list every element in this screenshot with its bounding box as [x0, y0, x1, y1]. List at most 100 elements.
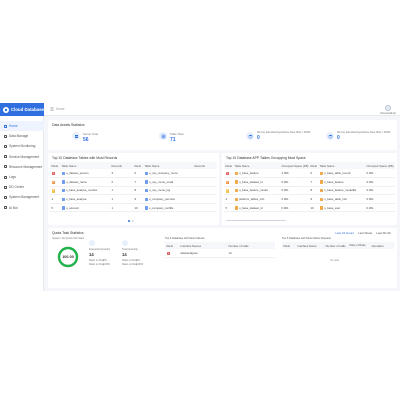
- table-name: u_base_feature: [239, 171, 259, 176]
- space-value: 0.001: [365, 194, 395, 204]
- table-row[interactable]: 3 u_base_feature_model 0.001 8 u_base_fe…: [224, 186, 395, 196]
- table-icon: [234, 197, 238, 202]
- sidebar-item-data-manage[interactable]: Data Manage: [0, 131, 44, 141]
- column-header: Table Name: [233, 162, 280, 169]
- sidebar-item-ai-bot[interactable]: AI Bot: [0, 203, 44, 213]
- quota-panel: Quota Task Statistics Last 24 Hours Last…: [48, 228, 397, 288]
- stat-value: 0: [257, 135, 260, 141]
- table-icon: [144, 197, 148, 202]
- record-count: [193, 194, 217, 204]
- column-header: Rank: [309, 162, 318, 169]
- record-count: 3: [110, 169, 133, 179]
- column-header: Rank: [282, 242, 296, 249]
- total-icon: [122, 240, 128, 246]
- table-icon: [234, 180, 238, 184]
- column-header: Occupied Space (KB): [365, 162, 395, 169]
- failure-title: Top 5 Database with Most Failure Request: [282, 237, 331, 240]
- sidebar-item-label: Logs: [9, 175, 16, 180]
- table-row[interactable]: 5 u_base_dataset_id 0.001 10 u_base_user…: [224, 203, 395, 213]
- sidebar-item-home[interactable]: Home: [0, 121, 44, 132]
- table-row[interactable]: 3 u_base_analyse_monitor 1 8 u_sys_menu_…: [50, 186, 217, 196]
- column-header: Interface Names: [179, 242, 227, 249]
- table-header-row: Rank Table Name Records Rank Table Name …: [50, 162, 217, 169]
- table-row[interactable]: 1 u_base_feature 3.006 6 u_base_table_re…: [224, 169, 395, 179]
- tab-last-week[interactable]: Last Week: [358, 231, 372, 235]
- sidebar-item-system-management[interactable]: System Management: [0, 192, 44, 202]
- column-header: Occupied Space (KB): [280, 162, 309, 169]
- breadcrumb-label: Home: [56, 106, 65, 111]
- table-row[interactable]: 2 u_dataset_name 2 7 u_sys_menu_email: [50, 177, 217, 187]
- rank: 7: [309, 177, 318, 187]
- table-icon: [61, 171, 65, 175]
- column-header: Number of Calls: [227, 242, 275, 249]
- table-name: u_base_feature: [324, 179, 344, 184]
- rank: 8: [133, 186, 143, 196]
- breadcrumb[interactable]: Home: [50, 107, 65, 111]
- quota-ring: 100.00: [57, 246, 79, 268]
- table-row[interactable]: 4 platform_tables_info 0.001 9 u_base_ta…: [224, 194, 395, 204]
- rank: 10: [133, 203, 143, 213]
- app-logo[interactable]: Cloud Database: [0, 103, 44, 116]
- rank-badge: 1: [166, 251, 170, 256]
- tab-last-month[interactable]: Last Month: [376, 231, 391, 235]
- settings-icon: [4, 195, 7, 199]
- stat-label: Memory data table Replications State Tab…: [257, 132, 311, 134]
- service-icon: [4, 155, 7, 159]
- column-header: Rank: [133, 162, 143, 169]
- table-icon: [234, 206, 238, 210]
- table-name: u_dataset_name: [66, 179, 87, 184]
- executed-value: 14: [89, 252, 94, 257]
- column-header: Number of Calls: [324, 242, 348, 249]
- pagination-dots[interactable]: [128, 220, 134, 222]
- database-icon: [246, 132, 254, 140]
- ring-value: 100.00: [62, 255, 74, 259]
- top-space-table: Rank Table Name Occupied Space (KB) Rank…: [224, 162, 395, 213]
- horizontal-scrollbar[interactable]: [226, 220, 286, 222]
- table-row[interactable]: 2 u_base_dataset_id 0.001 7 u_base_featu…: [224, 177, 395, 187]
- executed-ratio-label: Ratio on Day: [89, 259, 104, 262]
- failure-table: Rank Interface Name Number of Calls Rate…: [282, 242, 394, 249]
- sidebar-item-service-management[interactable]: Service Management: [0, 152, 44, 162]
- space-value: 3.006: [280, 169, 309, 179]
- sidebar-item-system-monitoring[interactable]: System Monitoring: [0, 141, 44, 151]
- table-row[interactable]: 5 u_account 1 10 u_company_certfile: [50, 203, 217, 213]
- stat-value: 0: [337, 135, 340, 141]
- rank-badge: 1: [225, 171, 229, 176]
- empty-state: No data: [330, 259, 340, 262]
- record-count: [193, 203, 217, 213]
- table-name: u_sys_menu_log: [149, 188, 171, 193]
- top-records-table: Rank Table Name Records Rank Table Name …: [50, 162, 217, 213]
- user-name: Cloud Admin: [380, 110, 396, 115]
- app-shell: Cloud Database Home Data Manage System M…: [0, 103, 400, 291]
- rank: 5: [224, 203, 233, 213]
- table-icon: [319, 197, 323, 202]
- overview-title: Data Assets Statistics: [52, 123, 85, 127]
- rank: 6: [133, 169, 143, 179]
- record-count: 2: [110, 177, 133, 187]
- total-ratio-label-2: Ratio on Day: [122, 263, 137, 266]
- rank-badge: 2: [225, 180, 229, 185]
- table-icon: [61, 189, 65, 193]
- sidebar-item-logs[interactable]: Logs: [0, 172, 44, 182]
- table-row[interactable]: 1 data/analyses 14: [165, 249, 275, 259]
- executed-label: Executed Quantity: [89, 248, 111, 251]
- stat-label: Server Total: [83, 132, 98, 136]
- table-header-row: Rank Table Name Occupied Space (KB) Rank…: [224, 162, 395, 169]
- table-name: u_base_user: [324, 205, 341, 210]
- overview-panel: Data Assets Statistics Server Total 56 Ta…: [48, 120, 397, 150]
- total-value: 14: [122, 252, 127, 257]
- stat-table-total: Table Total 71: [159, 132, 183, 143]
- table-row[interactable]: 4 u_base_analyse 1 9 u_company_permiss: [50, 194, 217, 204]
- sidebar-item-resource-management[interactable]: Resource Management: [0, 162, 44, 172]
- user-menu[interactable]: Cloud Admin: [380, 104, 396, 115]
- table-row[interactable]: 1 u_dataset_person 3 6 u_sys_company_men…: [50, 169, 217, 179]
- space-value: 0.001: [365, 177, 395, 187]
- sidebar-item-dd-center[interactable]: DD Center: [0, 182, 44, 192]
- rank: 6: [309, 169, 318, 179]
- tab-last-24-hours[interactable]: Last 24 Hours: [335, 231, 354, 235]
- stat-label: Table Total: [170, 132, 184, 136]
- table-icon: [319, 206, 323, 210]
- call-count: 14: [227, 249, 275, 259]
- database-icon: [326, 132, 334, 140]
- table-icon: [159, 132, 167, 140]
